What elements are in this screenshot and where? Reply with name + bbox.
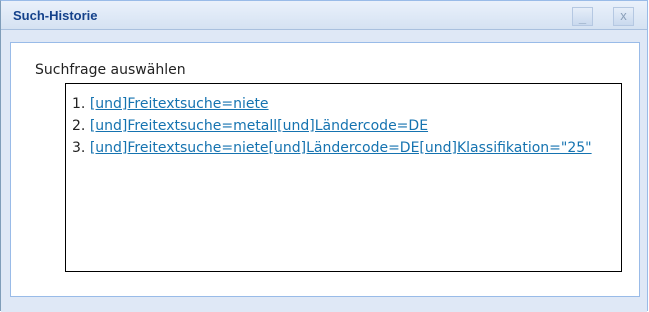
close-button[interactable]: x (613, 7, 634, 26)
dialog-body: Suchfrage auswählen 1. [und]Freitextsuch… (10, 42, 640, 297)
list-item-index: 1. (72, 96, 86, 112)
query-list: 1. [und]Freitextsuche=niete 2. [und]Frei… (65, 83, 622, 272)
minimize-icon: _ (578, 10, 587, 25)
query-link-1[interactable]: [und]Freitextsuche=niete (90, 96, 269, 112)
select-query-label: Suchfrage auswählen (35, 62, 186, 78)
query-link-2[interactable]: [und]Freitextsuche=metall[und]Ländercode… (90, 118, 428, 134)
search-history-dialog: Such-Historie _ x Suchfrage auswählen 1.… (0, 0, 648, 312)
list-item: 3. [und]Freitextsuche=niete[und]Länderco… (72, 137, 621, 159)
dialog-title: Such-Historie (13, 8, 98, 23)
minimize-button[interactable]: _ (572, 7, 593, 26)
list-item: 1. [und]Freitextsuche=niete (72, 93, 621, 115)
list-item-index: 2. (72, 118, 86, 134)
dialog-titlebar[interactable]: Such-Historie _ x (1, 1, 647, 30)
dialog-footer (1, 297, 647, 312)
close-icon: x (620, 8, 627, 23)
query-link-3[interactable]: [und]Freitextsuche=niete[und]Ländercode=… (90, 140, 592, 156)
list-item-index: 3. (72, 140, 86, 156)
list-item: 2. [und]Freitextsuche=metall[und]Länderc… (72, 115, 621, 137)
